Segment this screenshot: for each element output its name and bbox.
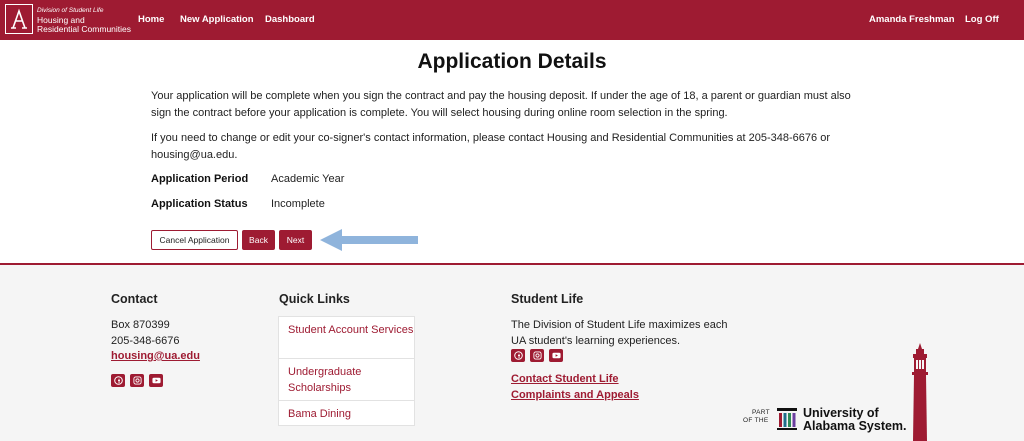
ua-system-logo-icon[interactable] (777, 408, 797, 430)
logo-line2: Residential Communities (37, 24, 132, 34)
quick-link-separator (279, 358, 414, 359)
cancel-application-button[interactable]: Cancel Application (151, 230, 238, 250)
contact-box: Box 870399 (111, 319, 170, 331)
ua-system-part-text: PART OF THE (743, 409, 770, 425)
youtube-icon[interactable] (149, 374, 163, 387)
cosigner-paragraph: If you need to change or edit your co-si… (151, 132, 830, 161)
quick-links-heading: Quick Links (279, 292, 350, 306)
site-logo-text[interactable]: Division of Student Life Housing and Res… (37, 6, 131, 34)
ua-system-name[interactable]: University of Alabama System. (803, 407, 907, 433)
nav-new-application[interactable]: New Application (180, 14, 254, 25)
ua-system-name-line1: University of (803, 406, 879, 420)
quick-link-undergraduate-scholarships[interactable]: Undergraduate Scholarships (279, 364, 414, 396)
quick-link-separator (279, 400, 414, 401)
application-period-label: Application Period (151, 173, 249, 185)
log-off-link[interactable]: Log Off (965, 14, 999, 25)
student-life-heading: Student Life (511, 292, 584, 306)
instagram-icon[interactable] (530, 349, 544, 362)
logo-subtitle: Division of Student Life (37, 7, 104, 14)
quick-link-bama-dining[interactable]: Bama Dining (279, 406, 414, 422)
left-arrow-icon (320, 229, 418, 251)
ua-system-name-line2: Alabama System. (803, 419, 907, 433)
facebook-icon[interactable] (111, 374, 125, 387)
script-a-logo-icon[interactable] (5, 4, 33, 34)
contact-phone: 205-348-6676 (111, 335, 180, 347)
application-period-value: Academic Year (271, 173, 345, 185)
quick-link-student-account-services[interactable]: Student Account Services (279, 322, 414, 338)
student-life-description: The Division of Student Life maximizes e… (511, 319, 728, 347)
info-paragraph: Your application will be complete when y… (151, 90, 851, 119)
complaints-and-appeals-link[interactable]: Complaints and Appeals (511, 389, 639, 401)
part-line1: PART (752, 409, 770, 416)
user-menu[interactable]: Amanda Freshman (869, 14, 955, 25)
youtube-icon[interactable] (549, 349, 563, 362)
quick-links-list: Student Account Services Undergraduate S… (278, 316, 415, 426)
denny-chimes-tower-icon (912, 343, 928, 441)
part-line2: OF THE (743, 417, 769, 424)
nav-home[interactable]: Home (138, 14, 164, 25)
facebook-icon[interactable] (511, 349, 525, 362)
contact-student-life-link[interactable]: Contact Student Life (511, 373, 619, 385)
next-button[interactable]: Next (279, 230, 312, 250)
contact-heading: Contact (111, 292, 158, 306)
instagram-icon[interactable] (130, 374, 144, 387)
application-status-value: Incomplete (271, 198, 325, 210)
page-title: Application Details (417, 50, 607, 73)
application-status-label: Application Status (151, 198, 248, 210)
back-button[interactable]: Back (242, 230, 275, 250)
contact-email-link[interactable]: housing@ua.edu (111, 350, 200, 362)
nav-dashboard[interactable]: Dashboard (265, 14, 315, 25)
top-navbar: Division of Student Life Housing and Res… (0, 0, 1024, 40)
